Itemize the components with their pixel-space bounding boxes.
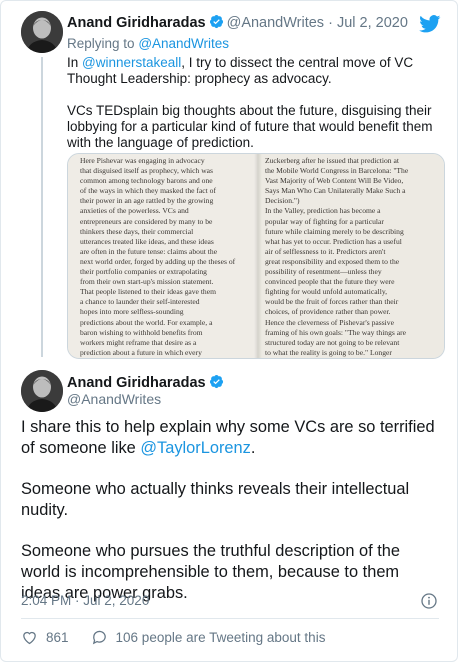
book-right-line: Hence the cleverness of Pishevar's passi… bbox=[265, 317, 394, 327]
parent-tweet-header: Anand Giridharadas @AnandWrites · Jul 2, … bbox=[67, 14, 408, 31]
book-left-line: a chance to launder their self-intereste… bbox=[80, 297, 200, 307]
replying-to-mention-link[interactable]: @AnandWrites bbox=[138, 36, 229, 51]
tweet-actions-bar: 861 106 people are Tweeting about this bbox=[21, 627, 347, 647]
book-left-line: of the ways in which they masked the fac… bbox=[80, 186, 217, 196]
book-left-line: their power in an age rattled by the gro… bbox=[80, 196, 214, 206]
main-author-name-row: Anand Giridharadas bbox=[67, 374, 227, 391]
main-tweet-paragraph-2: Someone who actually thinks reveals thei… bbox=[21, 480, 410, 519]
parent-tweet-paragraph-2: VCs TEDsplain big thoughts about the fut… bbox=[67, 103, 433, 150]
book-right-line: what has yet to occur. Prediction has a … bbox=[265, 236, 402, 246]
book-excerpt-image[interactable]: Here Pishevar was engaging in advocacy th… bbox=[67, 153, 445, 359]
tweeting-about-this-label: 106 people are Tweeting about this bbox=[115, 629, 326, 645]
book-left-line: that disguised itself as prophecy, which… bbox=[80, 166, 214, 176]
actions-divider bbox=[21, 618, 439, 619]
parent-tweet-text: In @winnerstakeall, I try to dissect the… bbox=[67, 55, 443, 167]
like-button[interactable]: 861 bbox=[21, 629, 69, 646]
book-left-line: That people listened to their ideas gave… bbox=[80, 287, 217, 297]
book-right-line: Vast Majority of Web Content Will Be Vid… bbox=[265, 176, 404, 186]
book-right-line: great responsibility and exposed them to… bbox=[265, 256, 400, 266]
book-right-line: air of selflessness to it. Predictors ar… bbox=[265, 246, 386, 256]
book-right-line: fighting for would unfold automatically, bbox=[265, 287, 388, 297]
book-right-line: framing of his own goals: "The way thing… bbox=[265, 327, 407, 337]
book-right-line: future while claiming merely to be descr… bbox=[265, 226, 404, 236]
tweet-embed-card: Anand Giridharadas @AnandWrites · Jul 2, … bbox=[0, 0, 458, 662]
twitter-bird-icon[interactable] bbox=[419, 15, 441, 33]
book-left-line: anxieties of the powerless. VCs and bbox=[80, 206, 189, 216]
book-left-line: utterances treated like ideas, and these… bbox=[80, 236, 214, 246]
book-right-line: structured today are not going to be rel… bbox=[265, 337, 400, 347]
main-author-avatar[interactable] bbox=[21, 370, 63, 412]
book-left-line: thinkers these days, their commercial bbox=[80, 226, 194, 236]
speech-bubble-icon bbox=[92, 630, 106, 644]
book-right-line: popular way of fighting for a particular bbox=[265, 216, 384, 226]
parent-tweet-date[interactable]: Jul 2, 2020 bbox=[337, 15, 408, 31]
book-left-line: are often in the future tense: claims ab… bbox=[80, 246, 218, 256]
book-left-line: hopes into more selfless-sounding bbox=[80, 307, 184, 317]
book-left-line: prediction about a future in which every bbox=[80, 347, 202, 357]
book-left-line: baron wishing to withhold benefits from bbox=[80, 327, 203, 337]
main-author-handle[interactable]: @AnandWrites bbox=[67, 391, 161, 407]
tweeting-about-this-link[interactable]: 106 people are Tweeting about this bbox=[91, 629, 326, 646]
header-separator: · bbox=[328, 15, 333, 31]
book-right-line: the Mobile World Congress in Barcelona: … bbox=[265, 166, 409, 176]
book-left-line: predictions about the world. For example… bbox=[80, 317, 213, 327]
taylorlorenz-mention-link[interactable]: @TaylorLorenz bbox=[140, 439, 250, 457]
book-left-line: next world order, forged by adding up th… bbox=[80, 256, 236, 266]
parent-author-avatar[interactable] bbox=[21, 11, 63, 53]
main-author-name[interactable]: Anand Giridharadas bbox=[67, 375, 206, 391]
book-right-line: Zuckerberg after he issued that predicti… bbox=[265, 156, 399, 165]
book-left-line: from their own start-up's mission statem… bbox=[80, 277, 214, 287]
winnerstakeall-mention-link[interactable]: @winnerstakeall bbox=[82, 55, 181, 70]
parent-p1-prefix: In bbox=[67, 55, 79, 70]
book-gutter-shadow bbox=[254, 154, 262, 358]
main-tweet-paragraph-1: I share this to help explain why some VC… bbox=[21, 417, 441, 459]
book-left-line: workers might reframe that desire as a bbox=[80, 337, 197, 347]
book-left-line: Here Pishevar was engaging in advocacy bbox=[80, 156, 205, 165]
info-icon[interactable] bbox=[421, 593, 437, 609]
replying-to-line: Replying to @AnandWrites bbox=[67, 36, 229, 51]
thread-connector-line bbox=[41, 57, 43, 357]
parent-tweet-paragraph-1: In @winnerstakeall, I try to dissect the… bbox=[67, 55, 443, 87]
book-right-line: In the Valley, prediction has become a bbox=[265, 206, 381, 216]
book-right-page: Zuckerberg after he issued that predicti… bbox=[257, 154, 444, 358]
book-right-line: to what the reality is going to be." Lon… bbox=[265, 347, 392, 357]
book-right-line: possibility of resentment—unless they bbox=[265, 267, 382, 277]
book-left-line: common among technology barons and one bbox=[80, 176, 213, 186]
tweet-timestamp[interactable]: 2:04 PM · Jul 2, 2020 bbox=[21, 593, 149, 608]
book-right-line: Decision.") bbox=[265, 196, 300, 206]
parent-author-handle[interactable]: @AnandWrites bbox=[227, 15, 324, 31]
replying-to-prefix: Replying to bbox=[67, 36, 135, 51]
book-right-line: choices, of providence rather than power… bbox=[265, 307, 391, 317]
book-right-line: convinced people that the future they we… bbox=[265, 277, 395, 287]
heart-icon bbox=[23, 631, 36, 644]
book-left-page: Here Pishevar was engaging in advocacy th… bbox=[68, 154, 257, 358]
main-tweet: Anand Giridharadas @AnandWrites I share … bbox=[1, 365, 457, 661]
verified-badge-icon bbox=[209, 14, 223, 29]
book-left-line: their portfolio companies or extrapolati… bbox=[80, 267, 207, 277]
parent-author-name[interactable]: Anand Giridharadas bbox=[67, 15, 206, 31]
book-right-line: would be the fruit of forces rather than… bbox=[265, 297, 399, 307]
main-p1-suffix: . bbox=[250, 439, 256, 457]
book-right-line: Says Man Who Can Unilaterally Make Such … bbox=[265, 186, 406, 196]
verified-badge-icon bbox=[209, 374, 223, 389]
like-count: 861 bbox=[46, 629, 69, 645]
parent-tweet[interactable]: Anand Giridharadas @AnandWrites · Jul 2, … bbox=[1, 1, 457, 365]
book-left-line: entrepreneurs are considered by many to … bbox=[80, 216, 213, 226]
